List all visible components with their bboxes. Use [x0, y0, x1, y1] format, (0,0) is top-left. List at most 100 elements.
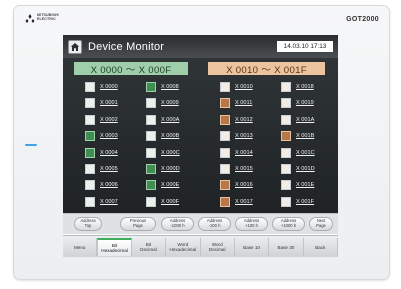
bit-cell-x000d[interactable]: X 000D: [146, 163, 180, 175]
bit-address-label[interactable]: X 0019: [296, 100, 314, 106]
bit-address-label[interactable]: X 0004: [100, 150, 118, 156]
bit-cell-x001b[interactable]: X 001B: [281, 130, 314, 142]
bit-lamp[interactable]: [220, 147, 230, 158]
bit-cell-x001a[interactable]: X 001A: [281, 114, 314, 126]
bit-cell-x000f[interactable]: X 000F: [146, 196, 179, 208]
bit-address-label[interactable]: X 0003: [100, 133, 118, 139]
bit-lamp[interactable]: [281, 196, 291, 207]
bit-address-label[interactable]: X 001E: [296, 182, 314, 188]
bit-address-label[interactable]: X 001D: [296, 166, 315, 172]
address-minus-100h-button[interactable]: Address -100 h: [198, 217, 231, 231]
bit-address-label[interactable]: X 000F: [161, 199, 179, 205]
bit-address-label[interactable]: X 0014: [235, 150, 253, 156]
bit-lamp[interactable]: [146, 196, 156, 207]
tab-base-10[interactable]: Base 10: [235, 238, 270, 256]
bit-address-label[interactable]: X 0015: [235, 166, 253, 172]
bit-lamp[interactable]: [146, 164, 156, 174]
bit-lamp[interactable]: [281, 147, 291, 158]
tab-menu[interactable]: Menu: [63, 238, 98, 256]
bit-cell-x0013[interactable]: X 0013: [220, 130, 253, 142]
bit-address-label[interactable]: X 0006: [100, 182, 118, 188]
bit-lamp[interactable]: [85, 98, 95, 109]
bit-address-label[interactable]: X 001F: [296, 199, 314, 205]
next-page-button[interactable]: Next Page: [309, 217, 333, 231]
bit-lamp[interactable]: [220, 196, 230, 207]
address-minus-1000h-button[interactable]: Address -1000 h: [161, 217, 194, 231]
bit-address-label[interactable]: X 0008: [161, 84, 179, 90]
bit-lamp[interactable]: [85, 180, 95, 191]
bit-lamp[interactable]: [281, 98, 291, 109]
bit-address-label[interactable]: X 0012: [235, 117, 253, 123]
bit-cell-x0009[interactable]: X 0009: [146, 97, 179, 109]
bit-address-label[interactable]: X 0018: [296, 84, 314, 90]
address-top-button[interactable]: Address Top: [74, 217, 102, 231]
tab-base-30[interactable]: Base 30: [269, 238, 304, 256]
bit-cell-x000c[interactable]: X 000C: [146, 147, 180, 159]
bit-cell-x0017[interactable]: X 0017: [220, 196, 253, 208]
home-button[interactable]: [68, 39, 82, 54]
bit-cell-x0004[interactable]: X 0004: [85, 147, 118, 159]
bit-lamp[interactable]: [85, 131, 95, 142]
bit-cell-x000e[interactable]: X 000E: [146, 179, 179, 191]
bit-address-label[interactable]: X 0007: [100, 199, 118, 205]
bit-lamp[interactable]: [281, 114, 291, 125]
bit-address-label[interactable]: X 000D: [161, 166, 180, 172]
bit-address-label[interactable]: X 000E: [161, 182, 179, 188]
bit-lamp[interactable]: [85, 147, 95, 158]
bit-address-label[interactable]: X 0005: [100, 166, 118, 172]
address-plus-100h-button[interactable]: Address +100 h: [235, 217, 268, 231]
bit-lamp[interactable]: [220, 180, 230, 191]
tab-word-decimal[interactable]: Word Decimal: [201, 238, 235, 256]
bit-lamp[interactable]: [146, 114, 156, 125]
bit-lamp[interactable]: [146, 98, 156, 109]
bit-lamp[interactable]: [85, 196, 95, 207]
bit-address-label[interactable]: X 000B: [161, 133, 179, 139]
tab-back[interactable]: Back: [304, 238, 338, 256]
bit-address-label[interactable]: X 000A: [161, 117, 179, 123]
bit-lamp[interactable]: [146, 131, 156, 142]
bit-lamp[interactable]: [281, 180, 291, 191]
bit-cell-x001f[interactable]: X 001F: [281, 196, 314, 208]
bit-address-label[interactable]: X 0001: [100, 100, 118, 106]
bit-address-label[interactable]: X 0002: [100, 117, 118, 123]
bit-lamp[interactable]: [85, 82, 95, 92]
bit-lamp[interactable]: [220, 98, 230, 109]
bit-address-label[interactable]: X 0009: [161, 100, 179, 106]
bit-cell-x0008[interactable]: X 0008: [146, 81, 179, 93]
bit-address-label[interactable]: X 0017: [235, 199, 253, 205]
bit-lamp[interactable]: [146, 180, 156, 191]
tab-bit-decimal[interactable]: Bit Decimal: [132, 238, 167, 256]
bit-lamp[interactable]: [85, 164, 95, 174]
bit-lamp[interactable]: [281, 164, 291, 174]
bit-cell-x0016[interactable]: X 0016: [220, 179, 253, 191]
bit-lamp[interactable]: [220, 82, 230, 92]
bit-lamp[interactable]: [146, 147, 156, 158]
tab-bit-hexadecimal[interactable]: Bit Hexadecimal: [97, 238, 132, 256]
bit-address-label[interactable]: X 001C: [296, 150, 315, 156]
bit-address-label[interactable]: X 001B: [296, 133, 314, 139]
bit-lamp[interactable]: [85, 114, 95, 125]
bit-lamp[interactable]: [146, 82, 156, 92]
bit-cell-x0011[interactable]: X 0011: [220, 97, 252, 109]
bit-cell-x001c[interactable]: X 001C: [281, 147, 315, 159]
bit-cell-x0000[interactable]: X 0000: [85, 81, 118, 93]
bit-cell-x000a[interactable]: X 000A: [146, 114, 179, 126]
bit-cell-x0003[interactable]: X 0003: [85, 130, 118, 142]
bit-lamp[interactable]: [220, 114, 230, 125]
bit-cell-x0018[interactable]: X 0018: [281, 81, 314, 93]
bit-address-label[interactable]: X 001A: [296, 117, 314, 123]
bit-cell-x0019[interactable]: X 0019: [281, 97, 314, 109]
bit-cell-x001e[interactable]: X 001E: [281, 179, 314, 191]
previous-page-button[interactable]: Previous Page: [120, 217, 156, 231]
bit-lamp[interactable]: [220, 131, 230, 142]
bit-cell-x000b[interactable]: X 000B: [146, 130, 179, 142]
bit-address-label[interactable]: X 0013: [235, 133, 253, 139]
bit-cell-x0002[interactable]: X 0002: [85, 114, 118, 126]
bit-address-label[interactable]: X 0010: [235, 84, 253, 90]
bit-cell-x001d[interactable]: X 001D: [281, 163, 315, 175]
tab-word-hexadecimal[interactable]: Word Hexadecimal: [166, 238, 201, 256]
bit-cell-x0007[interactable]: X 0007: [85, 196, 118, 208]
bit-address-label[interactable]: X 000C: [161, 150, 180, 156]
bit-address-label[interactable]: X 0000: [100, 84, 118, 90]
bit-cell-x0005[interactable]: X 0005: [85, 163, 118, 175]
